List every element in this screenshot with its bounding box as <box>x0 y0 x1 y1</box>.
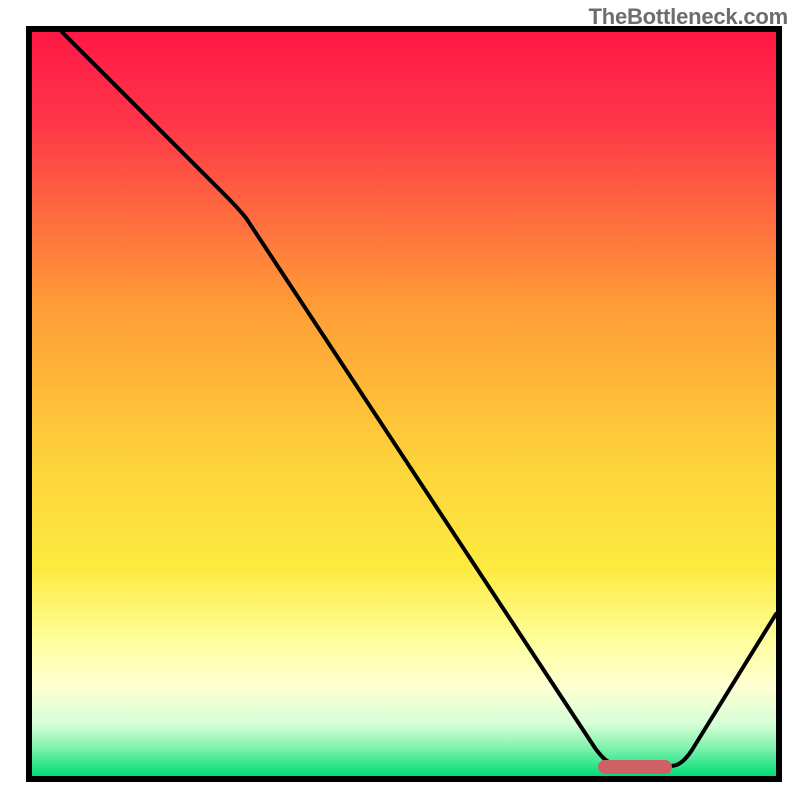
plot-background <box>32 32 776 776</box>
watermark-label: TheBottleneck.com <box>588 4 788 30</box>
chart-container: TheBottleneck.com <box>0 0 800 800</box>
optimal-zone-marker <box>598 760 672 774</box>
bottleneck-chart <box>0 0 800 800</box>
